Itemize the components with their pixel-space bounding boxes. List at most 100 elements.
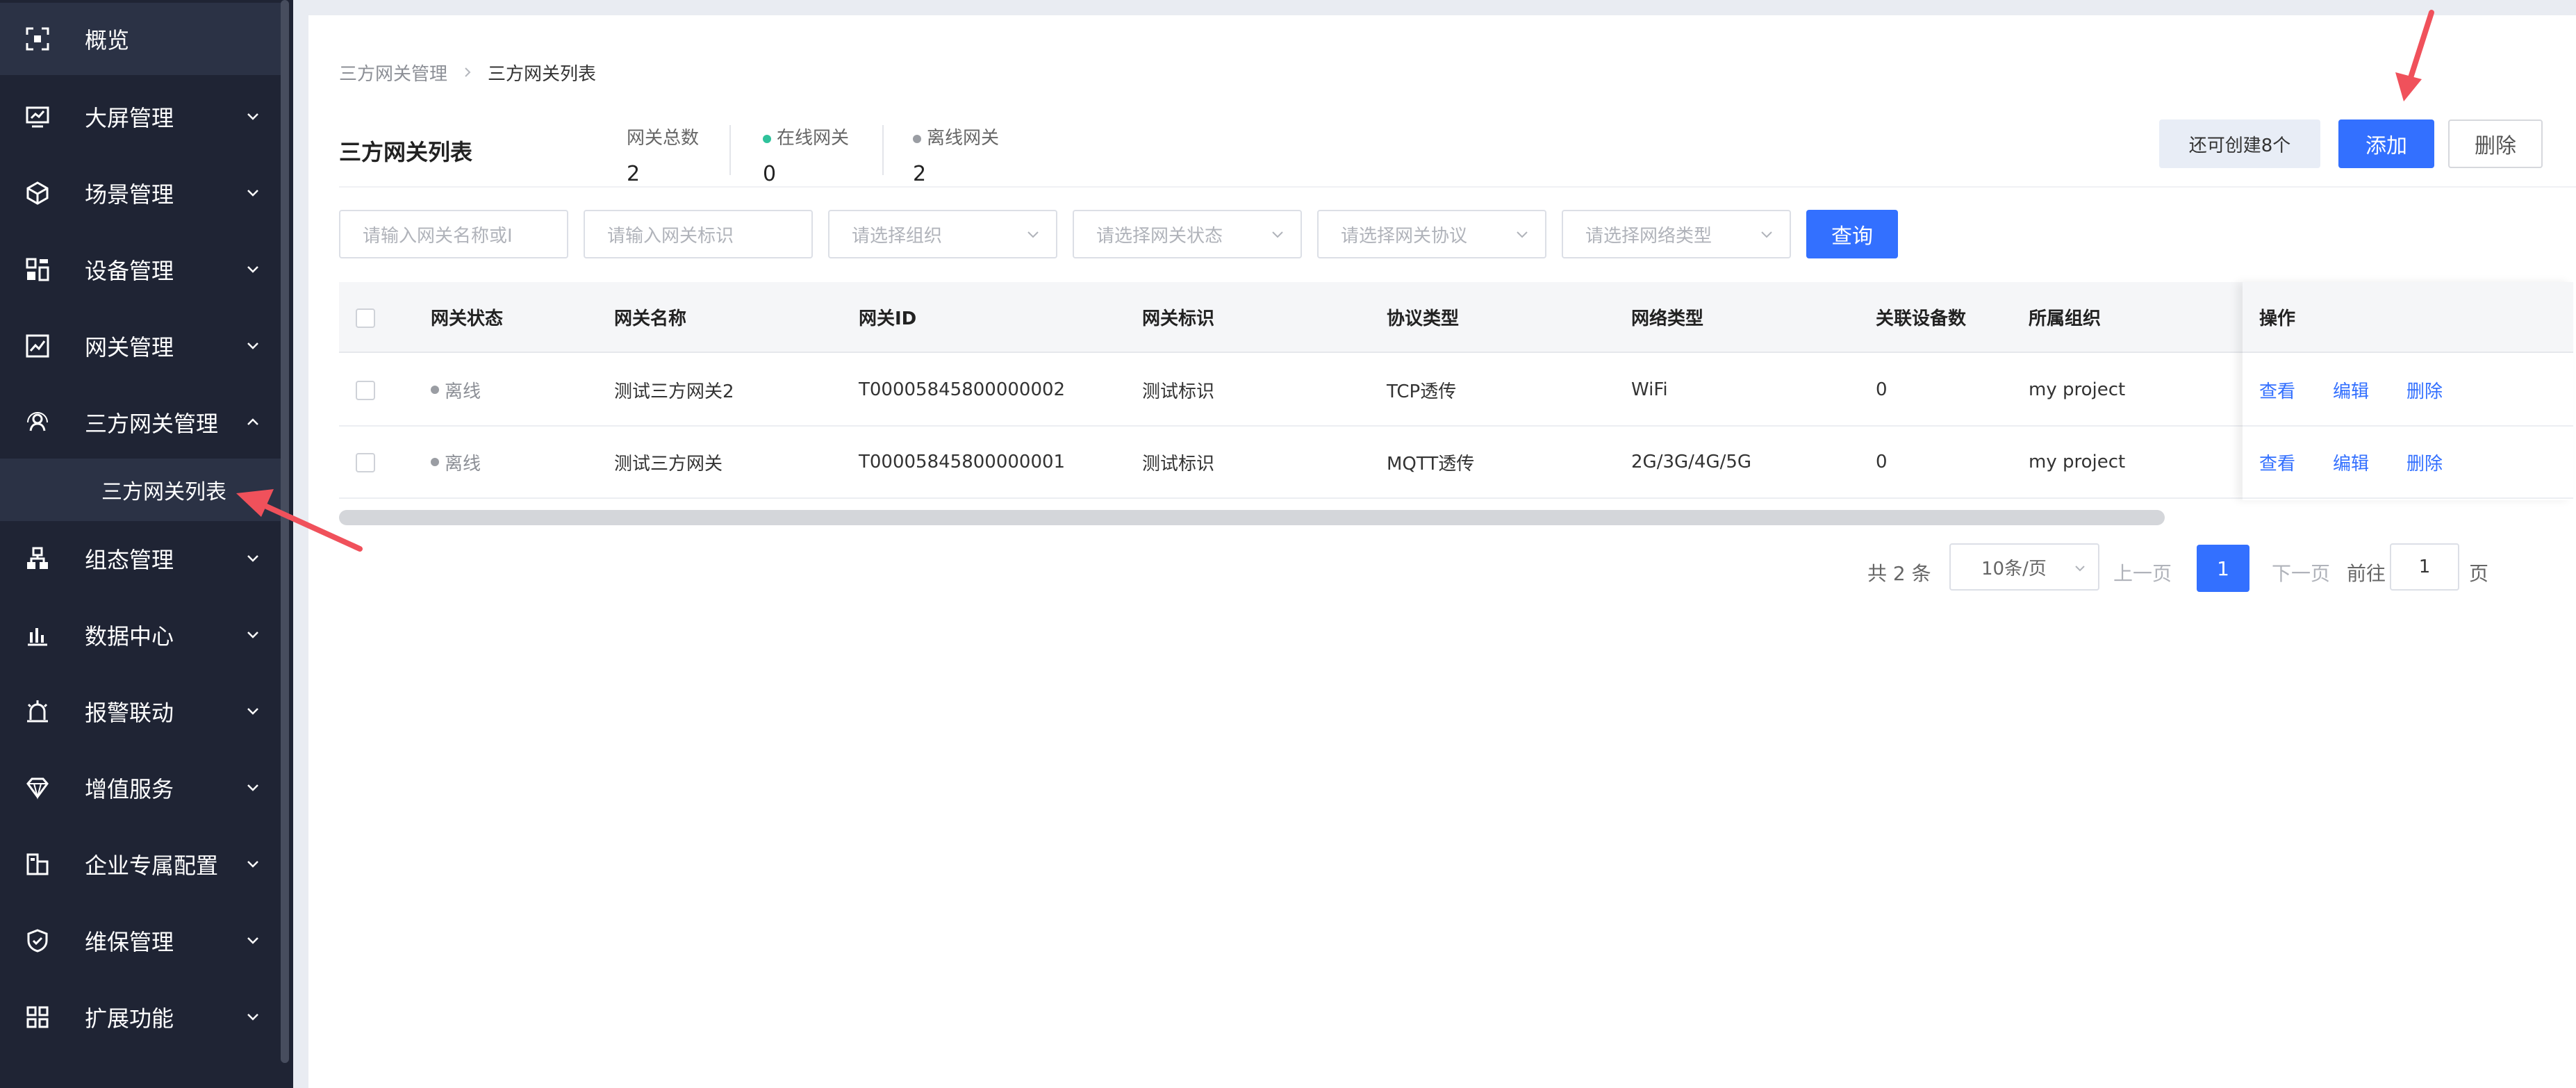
goto-label: 前往 xyxy=(2347,562,2386,585)
enterprise-icon xyxy=(24,850,51,878)
prev-page-button[interactable]: 上一页 xyxy=(2113,559,2172,586)
chevron-down-icon xyxy=(1517,231,1528,238)
cube-icon xyxy=(24,179,51,207)
org-cell: my project xyxy=(2029,452,2126,472)
network-select[interactable]: 请选择网络类型 xyxy=(1562,210,1791,258)
gateway-name-input[interactable]: 请输入网关名称或I xyxy=(339,210,568,258)
chevron-down-icon xyxy=(247,1014,258,1021)
header-divider xyxy=(339,186,2576,188)
devices-cell: 0 xyxy=(1876,379,1888,400)
sidebar-item-alarm[interactable]: 报警联动 xyxy=(0,675,281,748)
sidebar-item-gateway[interactable]: 网关管理 xyxy=(0,310,281,382)
placeholder-text: 请选择组织 xyxy=(852,225,943,247)
alarm-icon xyxy=(24,698,51,725)
sidebar-item-enterprise[interactable]: 企业专属配置 xyxy=(0,828,281,900)
gateway-mark-input[interactable]: 请输入网关标识 xyxy=(584,210,813,258)
name-cell: 测试三方网关 xyxy=(614,453,723,475)
column-header: 协议类型 xyxy=(1387,308,1460,329)
stat-value: 2 xyxy=(627,162,641,186)
breadcrumb-parent[interactable]: 三方网关管理 xyxy=(339,60,447,85)
sidebar-item-label: 企业专属配置 xyxy=(85,852,219,879)
user-network-icon xyxy=(24,409,51,436)
column-header: 所属组织 xyxy=(2029,308,2102,329)
sidebar-item-label: 大屏管理 xyxy=(85,105,174,131)
org-select[interactable]: 请选择组织 xyxy=(828,210,1057,258)
chevron-down-icon xyxy=(247,113,258,120)
column-header: 网关状态 xyxy=(431,308,504,329)
sidebar-item-label: 场景管理 xyxy=(85,181,174,208)
network-cell: WiFi xyxy=(1631,379,1668,400)
sidebar-item-third-party-gateway[interactable]: 三方网关管理 xyxy=(0,386,281,459)
column-header: 网关标识 xyxy=(1142,308,1215,329)
sidebar-item-label: 维保管理 xyxy=(85,929,174,955)
device-icon xyxy=(24,256,51,283)
sidebar-item-value-added[interactable]: 增值服务 xyxy=(0,752,281,824)
diamond-icon xyxy=(24,774,51,802)
fixed-actions-column-shadow xyxy=(2243,282,2573,500)
chevron-down-icon xyxy=(1027,231,1039,238)
offline-dot-icon xyxy=(431,386,439,394)
online-dot-icon xyxy=(763,134,771,143)
page-number-active[interactable]: 1 xyxy=(2197,545,2249,592)
stat-total: 网关总数 2 xyxy=(627,124,699,186)
offline-dot-icon xyxy=(431,458,439,466)
sidebar-item-label: 增值服务 xyxy=(85,776,174,802)
chevron-down-icon xyxy=(247,266,258,273)
sidebar-item-maintenance[interactable]: 维保管理 xyxy=(0,905,281,977)
placeholder-text: 请输入网关标识 xyxy=(607,225,734,247)
sidebar-item-label: 报警联动 xyxy=(85,700,174,726)
stat-label: 网关总数 xyxy=(627,128,700,149)
protocol-cell: MQTT透传 xyxy=(1387,453,1475,475)
chevron-up-icon xyxy=(247,418,258,425)
name-cell: 测试三方网关2 xyxy=(614,381,734,402)
placeholder-text: 请输入网关名称或I xyxy=(363,225,513,247)
pagination-total: 共 2 条 xyxy=(1867,562,1931,585)
sidebar-item-config[interactable]: 组态管理 xyxy=(0,522,281,595)
chevron-down-icon xyxy=(1761,231,1772,238)
goto-page-input[interactable]: 1 xyxy=(2390,543,2459,591)
network-cell: 2G/3G/4G/5G xyxy=(1631,452,1752,472)
status-select[interactable]: 请选择网关状态 xyxy=(1073,210,1302,258)
sidebar-item-label: 数据中心 xyxy=(85,623,174,650)
chevron-down-icon xyxy=(247,708,258,715)
delete-button[interactable]: 删除 xyxy=(2448,119,2543,168)
divider xyxy=(729,125,731,175)
breadcrumb-current: 三方网关列表 xyxy=(488,64,597,85)
sidebar-item-screen[interactable]: 大屏管理 xyxy=(0,81,281,153)
sidebar-item-scene[interactable]: 场景管理 xyxy=(0,157,281,229)
table-header: 网关状态 网关名称 网关ID 网关标识 协议类型 网络类型 关联设备数 所属组织… xyxy=(339,282,2573,353)
protocol-cell: TCP透传 xyxy=(1387,381,1457,402)
row-checkbox[interactable] xyxy=(356,453,375,472)
divider xyxy=(882,125,884,175)
status-cell: 离线 xyxy=(431,354,481,425)
sidebar-item-label: 概览 xyxy=(85,27,130,53)
table-row: 离线 测试三方网关2 T00005845800000002 测试标识 TCP透传… xyxy=(339,354,2573,427)
page-size-value: 10条/页 xyxy=(1981,558,2047,579)
chevron-down-icon xyxy=(247,343,258,349)
breadcrumb: 三方网关管理 三方网关列表 xyxy=(339,60,596,85)
stat-label: 离线网关 xyxy=(927,128,1000,149)
mark-cell: 测试标识 xyxy=(1142,453,1215,475)
query-button[interactable]: 查询 xyxy=(1806,210,1898,258)
org-cell: my project xyxy=(2029,379,2126,400)
offline-dot-icon xyxy=(913,134,921,143)
select-all-checkbox[interactable] xyxy=(356,308,375,328)
sidebar-subitem-gateway-list[interactable]: 三方网关列表 xyxy=(0,459,281,521)
sidebar-item-data-center[interactable]: 数据中心 xyxy=(0,599,281,671)
status-text: 离线 xyxy=(445,453,481,475)
sidebar-scrollbar[interactable] xyxy=(281,0,289,1063)
chevron-down-icon xyxy=(247,937,258,944)
sidebar-item-extension[interactable]: 扩展功能 xyxy=(0,981,281,1053)
sidebar-item-device[interactable]: 设备管理 xyxy=(0,233,281,306)
table-horizontal-scrollbar[interactable] xyxy=(339,510,2165,525)
sidebar: 概览 大屏管理 场景管理 设备管理 网关管理 三方网关管理 三方网关列表 组态管… xyxy=(0,0,293,1088)
add-button[interactable]: 添加 xyxy=(2338,119,2434,168)
page-size-select[interactable]: 10条/页 xyxy=(1949,543,2099,591)
sidebar-item-overview[interactable]: 概览 xyxy=(0,3,281,75)
next-page-button[interactable]: 下一页 xyxy=(2272,559,2330,586)
column-header: 网络类型 xyxy=(1631,308,1704,329)
chevron-down-icon xyxy=(247,632,258,638)
protocol-select[interactable]: 请选择网关协议 xyxy=(1317,210,1546,258)
row-checkbox[interactable] xyxy=(356,381,375,400)
placeholder-text: 请选择网络类型 xyxy=(1585,225,1712,247)
